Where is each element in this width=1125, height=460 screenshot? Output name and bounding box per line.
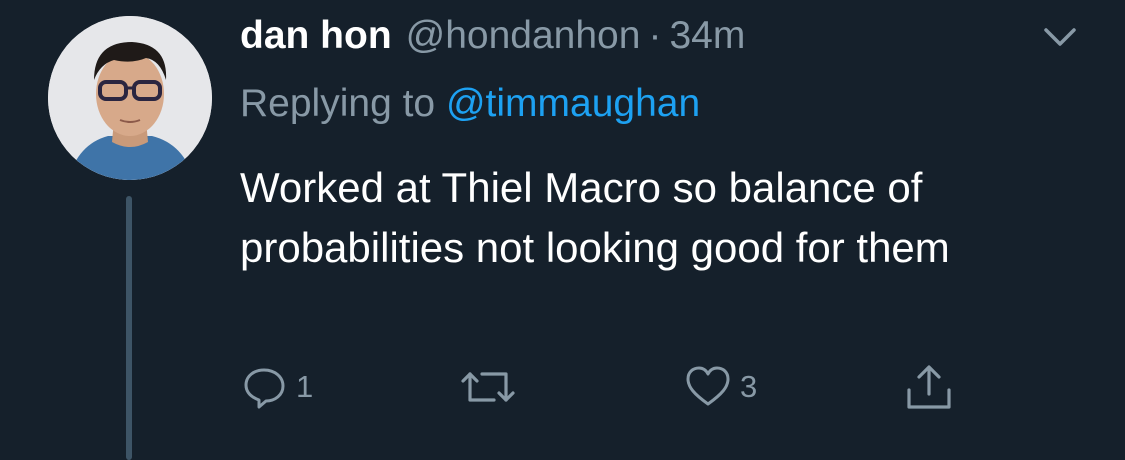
chevron-down-icon (1044, 28, 1076, 46)
replying-to-line: Replying to @timmaughan (240, 82, 700, 126)
reply-button[interactable]: 1 (242, 362, 313, 412)
display-name[interactable]: dan hon (240, 14, 392, 58)
retweet-button[interactable] (460, 362, 524, 412)
replying-to-mention[interactable]: @timmaughan (446, 82, 700, 125)
timestamp[interactable]: 34m (669, 14, 745, 58)
retweet-icon (461, 372, 515, 402)
like-count: 3 (740, 369, 758, 404)
share-icon (907, 365, 951, 409)
like-button[interactable]: 3 (684, 362, 757, 412)
tweet-header: dan hon @hondanhon · 34m (240, 14, 745, 66)
speech-bubble-icon (244, 368, 285, 409)
avatar-photo (48, 16, 212, 180)
user-handle[interactable]: @hondanhon (406, 14, 641, 58)
tweet-text: Worked at Thiel Macro so balance of prob… (240, 164, 950, 271)
tweet-card[interactable]: dan hon @hondanhon · 34m Replying to @ti… (0, 0, 1125, 460)
thread-connector-line (126, 196, 132, 460)
more-options-button[interactable] (1040, 22, 1080, 52)
reply-count: 1 (296, 369, 314, 404)
share-button[interactable] (904, 362, 954, 412)
avatar[interactable] (48, 16, 212, 180)
heart-icon (686, 366, 730, 406)
replying-to-label: Replying to (240, 82, 436, 125)
separator-dot: · (648, 14, 662, 57)
